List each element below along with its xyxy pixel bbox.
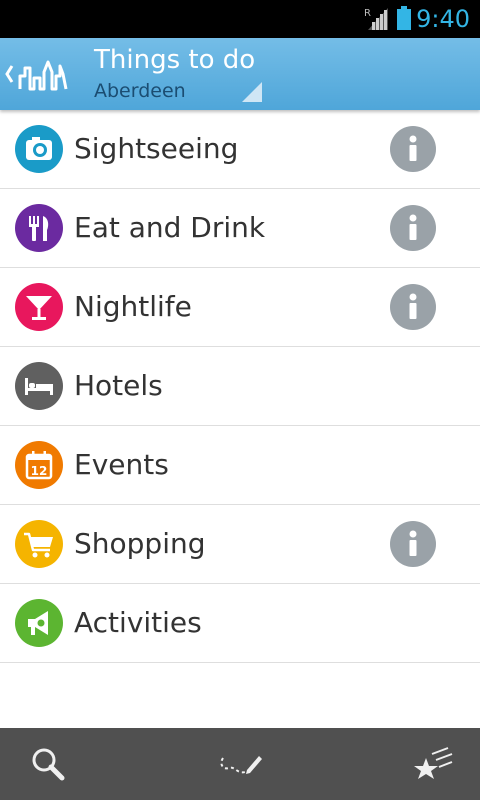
calendar-day-number: 12 [31, 464, 48, 478]
status-bar: R 9:40 [0, 0, 480, 38]
spinner-triangle-icon[interactable] [242, 82, 262, 102]
home-up-button[interactable] [0, 38, 78, 110]
cocktail-icon [15, 283, 63, 331]
clock: 9:40 [416, 5, 470, 33]
page-title: Things to do [94, 45, 256, 75]
list-item-shopping[interactable]: Shopping [0, 505, 480, 584]
list-item-label: Hotels [74, 369, 163, 402]
bed-icon [15, 362, 63, 410]
list-item-label: Sightseeing [74, 132, 239, 165]
favorites-button[interactable] [408, 740, 458, 788]
megaphone-icon [15, 599, 63, 647]
skyline-logo-icon [5, 60, 68, 91]
info-icon[interactable] [390, 521, 436, 567]
list-item-nightlife[interactable]: Nightlife [0, 268, 480, 347]
list-item-label: Activities [74, 606, 202, 639]
stars-icon [414, 747, 453, 779]
battery-icon [397, 6, 411, 30]
list-item-events[interactable]: 12 Events [0, 426, 480, 505]
roaming-indicator: R [364, 8, 371, 19]
list-item-sightseeing[interactable]: Sightseeing [0, 110, 480, 189]
location-subtitle[interactable]: Aberdeen [94, 79, 186, 103]
action-bar: Things to do Aberdeen [0, 38, 480, 110]
camera-icon [15, 125, 63, 173]
search-button[interactable] [24, 740, 74, 788]
list-item-eat-and-drink[interactable]: Eat and Drink [0, 189, 480, 268]
list-item-label: Shopping [74, 527, 206, 560]
shopping-cart-icon [15, 520, 63, 568]
list-item-label: Eat and Drink [74, 211, 266, 244]
category-list: Sightseeing Eat and Drink Nightlife Hote… [0, 110, 480, 663]
bottom-toolbar [0, 728, 480, 800]
list-item-label: Nightlife [74, 290, 192, 323]
list-item-label: Events [74, 448, 169, 481]
calendar-icon: 12 [15, 441, 63, 489]
info-icon[interactable] [390, 205, 436, 251]
trail-button[interactable] [215, 740, 265, 788]
signal-icon: R [364, 8, 388, 30]
info-icon[interactable] [390, 126, 436, 172]
search-icon [32, 748, 65, 781]
trail-pencil-icon [220, 756, 262, 774]
info-icon[interactable] [390, 284, 436, 330]
fork-knife-icon [15, 204, 63, 252]
list-item-hotels[interactable]: Hotels [0, 347, 480, 426]
list-item-activities[interactable]: Activities [0, 584, 480, 663]
